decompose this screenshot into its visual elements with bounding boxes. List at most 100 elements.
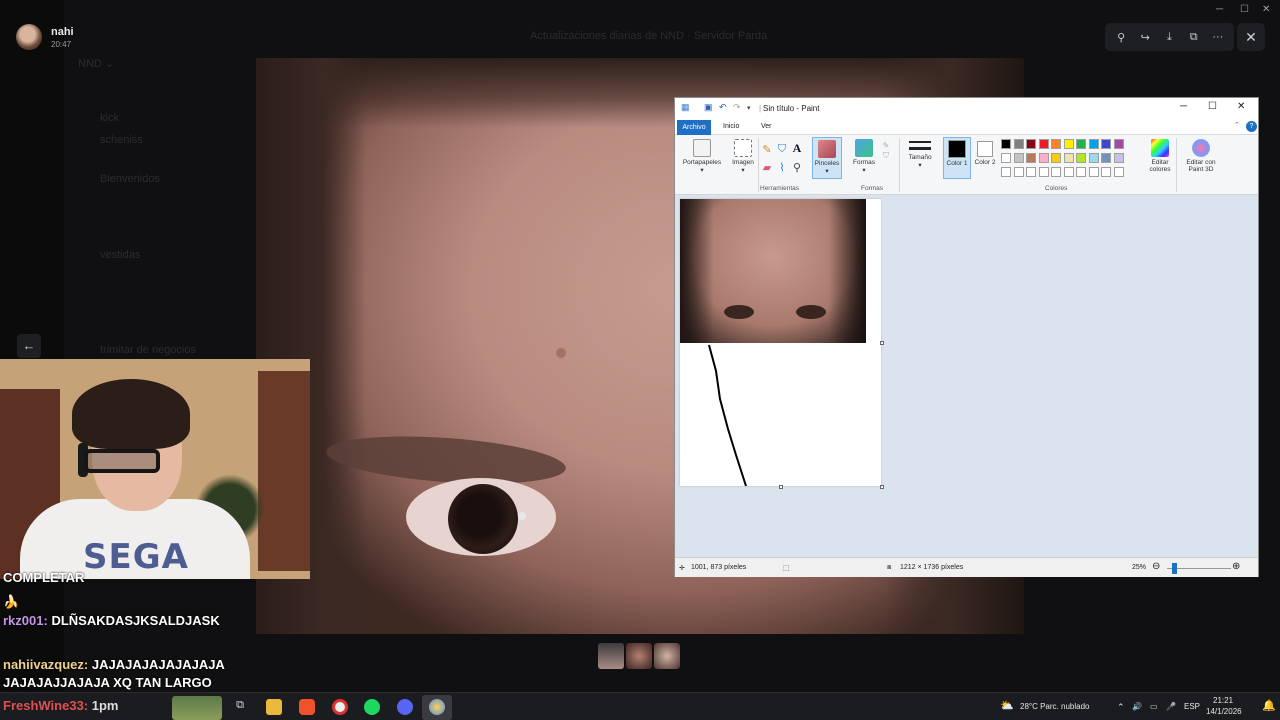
palette-swatch[interactable] [1088, 139, 1099, 149]
undo-icon[interactable]: ↶ [719, 102, 727, 113]
tamano-button[interactable]: Tamaño ▾ [903, 139, 937, 169]
tab-inicio[interactable]: Inicio [723, 123, 739, 130]
tab-archivo[interactable]: Archivo [677, 120, 711, 135]
palette-swatch[interactable] [1076, 139, 1086, 149]
palette-swatch[interactable] [1113, 153, 1124, 163]
clock-date[interactable]: 14/1/2026 [1206, 707, 1242, 716]
palette-swatch[interactable] [1013, 153, 1024, 163]
open-external-icon[interactable]: ⧉ [1184, 31, 1204, 44]
taskbar-widget-thumbnail[interactable] [172, 696, 222, 720]
avatar[interactable] [16, 24, 42, 50]
download-icon[interactable]: ⤓ [1159, 31, 1179, 44]
resize-handle[interactable] [779, 485, 783, 489]
palette-swatch[interactable] [1063, 167, 1074, 177]
palette-swatch[interactable] [1113, 167, 1124, 177]
quick-access-dropdown-icon[interactable]: ▾ [747, 104, 751, 112]
palette-swatch[interactable] [1001, 139, 1011, 149]
palette-swatch[interactable] [1001, 167, 1011, 177]
zoom-out-icon[interactable]: ⊖ [1152, 561, 1160, 572]
palette-swatch[interactable] [1051, 139, 1061, 149]
palette-swatch[interactable] [1088, 167, 1099, 177]
palette-swatch[interactable] [1038, 167, 1049, 177]
brave-icon[interactable] [299, 699, 315, 715]
zoom-icon[interactable]: ⚲ [1111, 31, 1131, 44]
minimize-icon[interactable]: ─ [1216, 4, 1223, 15]
imagen-button[interactable]: Imagen ▾ [729, 139, 757, 174]
tray-chevron-icon[interactable]: ⌃ [1117, 702, 1125, 713]
paint-maximize-icon[interactable]: ☐ [1208, 101, 1217, 112]
help-icon[interactable]: ? [1246, 121, 1257, 132]
collapse-ribbon-icon[interactable]: ⌃ [1234, 121, 1240, 129]
palette-swatch[interactable] [1051, 153, 1061, 163]
palette-swatch[interactable] [1076, 167, 1086, 177]
outline-fill-icon[interactable]: ✎ ⛉ [879, 141, 893, 161]
more-icon[interactable]: ··· [1208, 31, 1228, 43]
weather[interactable]: 28°C Parc. nublado [1020, 702, 1089, 711]
editar-colores-button[interactable]: Editar colores [1145, 139, 1175, 173]
color-picker-icon[interactable]: ⌇ [776, 161, 788, 174]
eraser-icon[interactable]: ▰ [761, 161, 773, 174]
magnifier-icon[interactable]: ⚲ [791, 161, 803, 174]
pencil-icon[interactable]: ✎ [761, 143, 773, 156]
color1-button[interactable]: Color 1 [943, 137, 971, 179]
microphone-icon[interactable]: 🎤 [1166, 702, 1176, 711]
resize-handle[interactable] [880, 485, 884, 489]
palette-swatch[interactable] [1088, 153, 1099, 163]
gallery-thumbnail[interactable] [626, 643, 652, 669]
palette-swatch[interactable] [1063, 139, 1074, 149]
clock-time[interactable]: 21:21 [1213, 696, 1233, 705]
volume-icon[interactable]: 🔊 [1132, 702, 1142, 711]
file-explorer-icon[interactable] [266, 699, 282, 715]
gallery-thumbnail[interactable] [598, 643, 624, 669]
paint-canvas[interactable] [680, 199, 881, 486]
formas-button[interactable]: Formas ▾ [849, 139, 879, 174]
palette-swatch[interactable] [1026, 167, 1036, 177]
zoom-slider-thumb[interactable] [1172, 563, 1177, 574]
forward-icon[interactable]: ↪ [1135, 31, 1155, 44]
viewer-close-button[interactable]: ✕ [1237, 23, 1265, 51]
portapapeles-button[interactable]: Portapapeles ▾ [679, 139, 725, 174]
editar-colores-label: Editar colores [1149, 159, 1171, 173]
palette-swatch[interactable] [1101, 167, 1111, 177]
language[interactable]: ESP [1184, 702, 1200, 711]
photo-glint [518, 512, 526, 520]
resize-handle[interactable] [880, 341, 884, 345]
close-window-icon[interactable]: ✕ [1262, 4, 1270, 15]
text-icon[interactable]: A [791, 141, 803, 156]
task-view-icon[interactable]: ⧉ [232, 699, 248, 715]
paint-app-icon: ▦ [681, 102, 690, 112]
maximize-icon[interactable]: ☐ [1240, 4, 1249, 15]
zoom-in-icon[interactable]: ⊕ [1232, 561, 1240, 572]
palette-swatch[interactable] [1038, 139, 1049, 149]
palette-swatch[interactable] [1038, 153, 1049, 163]
save-icon[interactable]: ▣ [704, 102, 713, 113]
paint-close-icon[interactable]: ✕ [1237, 101, 1245, 112]
gallery-thumbnail[interactable] [654, 643, 680, 669]
palette-swatch[interactable] [1101, 153, 1111, 163]
palette-swatch[interactable] [1013, 139, 1024, 149]
obs-icon[interactable] [332, 699, 348, 715]
palette-swatch[interactable] [1001, 153, 1011, 163]
pinceles-button[interactable]: Pinceles ▾ [812, 137, 842, 179]
palette-swatch[interactable] [1063, 153, 1074, 163]
fill-icon[interactable]: ⛉ [776, 143, 788, 156]
canvas-area[interactable] [675, 195, 1258, 557]
tab-ver[interactable]: Ver [761, 123, 772, 130]
network-icon[interactable]: ▭ [1150, 702, 1158, 711]
paint3d-button[interactable]: Editar con Paint 3D [1180, 139, 1222, 173]
palette-swatch[interactable] [1013, 167, 1024, 177]
palette-swatch[interactable] [1026, 153, 1036, 163]
paint-minimize-icon[interactable]: ─ [1180, 101, 1187, 112]
palette-swatch[interactable] [1051, 167, 1061, 177]
palette-swatch[interactable] [1113, 139, 1124, 149]
palette-swatch[interactable] [1101, 139, 1111, 149]
previous-arrow-icon[interactable]: ← [17, 334, 41, 358]
palette-swatch[interactable] [1026, 139, 1036, 149]
spotify-icon[interactable] [364, 699, 380, 715]
notification-icon[interactable]: 🔔 [1262, 699, 1276, 712]
color2-swatch [977, 141, 993, 157]
redo-icon[interactable]: ↷ [733, 102, 741, 113]
discord-icon[interactable] [397, 699, 413, 715]
color2-button[interactable]: Color 2 [973, 137, 997, 166]
palette-swatch[interactable] [1076, 153, 1086, 163]
